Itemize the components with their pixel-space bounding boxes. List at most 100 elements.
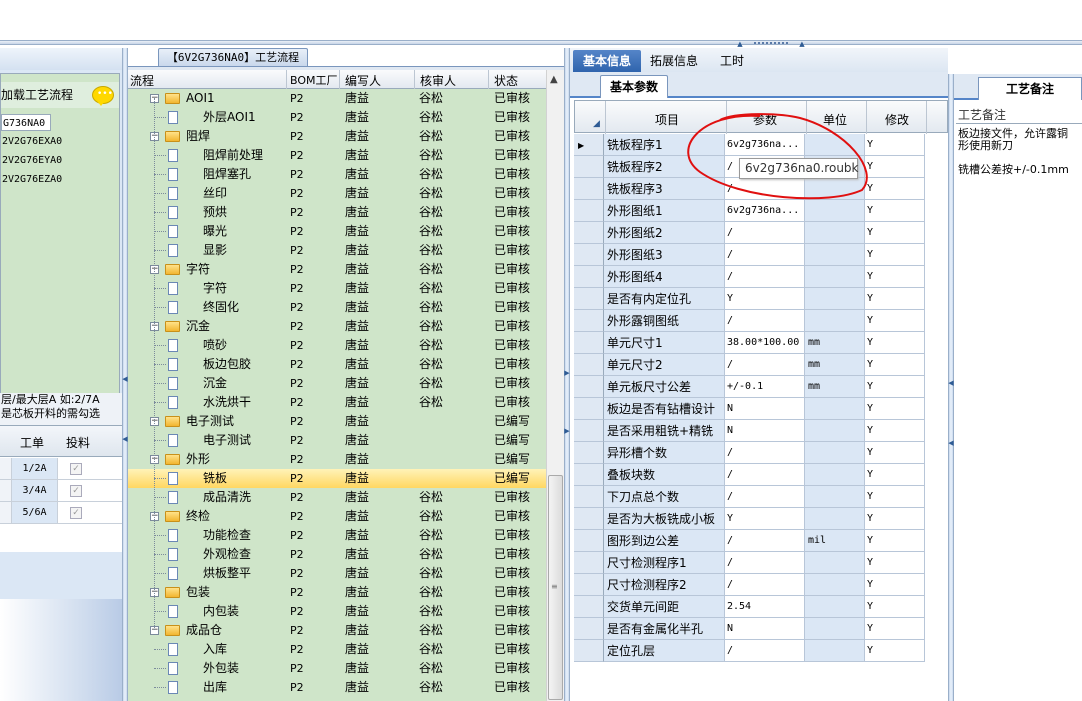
row-header[interactable] [574,354,604,376]
code-item[interactable]: 2V2G76EYA0 [1,152,62,169]
row-header[interactable] [574,178,604,200]
row-header[interactable] [574,310,604,332]
param-cell[interactable]: / [725,486,805,508]
param-cell[interactable]: / [725,552,805,574]
param-row[interactable]: 是否有金属化半孔 N Y [574,618,948,640]
modify-cell[interactable]: Y [865,464,925,486]
param-cell[interactable]: / [725,266,805,288]
modify-cell[interactable]: Y [865,618,925,640]
param-cell[interactable]: 38.00*100.00 [725,332,805,354]
tree-row[interactable]: 外层AOI1 P2 唐益 谷松 已审核 [128,108,546,127]
tree-row[interactable]: 沉金 P2 唐益 谷松 已审核 [128,374,546,393]
tab-basic-params[interactable]: 基本参数 [600,75,668,98]
param-cell[interactable]: 2.54 [725,596,805,618]
tree-row[interactable]: − 阻焊 P2 唐益 谷松 已审核 [128,127,546,146]
param-cell[interactable]: N [725,420,805,442]
col-header-flow[interactable]: 流程 [130,72,154,89]
param-row[interactable]: 板边是否有钻槽设计 N Y [574,398,948,420]
row-header[interactable] [574,376,604,398]
tree-row[interactable]: − 沉金 P2 唐益 谷松 已审核 [128,317,546,336]
param-row[interactable]: 铣板程序3/ Y [574,178,948,200]
param-row[interactable]: 叠板块数 / Y [574,464,948,486]
col-header-order[interactable]: 工单 [20,434,44,451]
tab-basic-info[interactable]: 基本信息 [573,50,641,72]
col-header-param[interactable]: 参数 [753,111,777,128]
row-header[interactable] [574,552,604,574]
load-process-label[interactable]: 加载工艺流程 [1,86,73,103]
col-header-unit[interactable]: 单位 [823,111,847,128]
param-cell[interactable]: / [725,354,805,376]
top-splitter[interactable] [0,40,1082,45]
tree-row[interactable]: 电子测试 P2 唐益 已编写 [128,431,546,450]
modify-cell[interactable]: Y [865,552,925,574]
collapse-right-icon[interactable]: ◀ [948,380,954,387]
col-header-reviewer[interactable]: 核审人 [420,72,456,89]
modify-cell[interactable]: Y [865,156,925,178]
unit-cell[interactable] [805,618,865,640]
tree-row[interactable]: − 电子测试 P2 唐益 已编写 [128,412,546,431]
tree-row[interactable]: 喷砂 P2 唐益 谷松 已审核 [128,336,546,355]
tree-row[interactable]: − 终检 P2 唐益 谷松 已审核 [128,507,546,526]
feed-checkbox[interactable]: ✓ [70,485,82,497]
param-row[interactable]: 是否有内定位孔 Y Y [574,288,948,310]
order-cell[interactable]: 5/6A [12,502,58,523]
param-cell[interactable]: 6v2g736na... [725,134,805,156]
unit-cell[interactable] [805,574,865,596]
row-header[interactable] [574,508,604,530]
chat-bubble-icon[interactable]: ••• [92,86,114,106]
tree-row[interactable]: 预烘 P2 唐益 谷松 已审核 [128,203,546,222]
param-row[interactable]: ▶ 铣板程序1 6v2g736na... Y [574,134,948,156]
remark-box[interactable] [956,123,1082,701]
tree-row[interactable]: 外观检查 P2 唐益 谷松 已审核 [128,545,546,564]
modify-cell[interactable]: Y [865,178,925,200]
tab-extended-info[interactable]: 拓展信息 [644,50,704,72]
param-row[interactable]: 外形图纸2/ Y [574,222,948,244]
modify-cell[interactable]: Y [865,266,925,288]
unit-cell[interactable] [805,266,865,288]
unit-cell[interactable] [805,222,865,244]
param-row[interactable]: 外形露铜图纸 / Y [574,310,948,332]
code-item[interactable]: 2V2G76EZA0 [1,171,62,188]
param-cell[interactable]: / [725,244,805,266]
modify-cell[interactable]: Y [865,442,925,464]
tree-row[interactable]: 内包装 P2 唐益 谷松 已审核 [128,602,546,621]
param-row[interactable]: 交货单元间距 2.54 Y [574,596,948,618]
tree-row[interactable]: 字符 P2 唐益 谷松 已审核 [128,279,546,298]
row-header[interactable] [574,420,604,442]
row-header[interactable] [574,640,604,662]
tree-row[interactable]: 成品清洗 P2 唐益 谷松 已审核 [128,488,546,507]
row-header[interactable]: ▶ [574,134,604,156]
modify-cell[interactable]: Y [865,200,925,222]
scroll-up-icon[interactable]: ▲ [550,74,558,85]
col-header-writer[interactable]: 编写人 [345,72,381,89]
tree-row[interactable]: 入库 P2 唐益 谷松 已审核 [128,640,546,659]
load-process-row[interactable]: 加载工艺流程 ••• [1,82,119,108]
unit-cell[interactable] [805,640,865,662]
row-header[interactable] [574,266,604,288]
modify-cell[interactable]: Y [865,134,925,156]
code-item[interactable]: 2V2G76EXA0 [1,133,62,150]
param-cell[interactable]: / [725,640,805,662]
modify-cell[interactable]: Y [865,244,925,266]
tree-row[interactable]: 丝印 P2 唐益 谷松 已审核 [128,184,546,203]
modify-cell[interactable]: Y [865,398,925,420]
unit-cell[interactable]: mil [805,530,865,552]
unit-cell[interactable] [805,288,865,310]
param-row[interactable]: 尺寸检测程序2/ Y [574,574,948,596]
modify-cell[interactable]: Y [865,596,925,618]
table-row[interactable]: 3/4A ✓ [0,480,122,502]
collapse-arrow-icon[interactable]: ▲ [799,41,805,48]
tree-row[interactable]: 铣板 P2 唐益 已编写 [128,469,546,488]
param-cell[interactable]: / [725,222,805,244]
param-cell[interactable]: 6v2g736na... [725,200,805,222]
row-header[interactable] [574,288,604,310]
param-row[interactable]: 外形图纸3/ Y [574,244,948,266]
col-header-modify[interactable]: 修改 [885,111,909,128]
tree-row[interactable]: 显影 P2 唐益 谷松 已审核 [128,241,546,260]
modify-cell[interactable]: Y [865,420,925,442]
tree-row[interactable]: − 包装 P2 唐益 谷松 已审核 [128,583,546,602]
col-header-bom[interactable]: BOM工厂 [290,72,338,88]
modify-cell[interactable]: Y [865,574,925,596]
tree-row[interactable]: − 外形 P2 唐益 已编写 [128,450,546,469]
param-cell[interactable]: N [725,618,805,640]
